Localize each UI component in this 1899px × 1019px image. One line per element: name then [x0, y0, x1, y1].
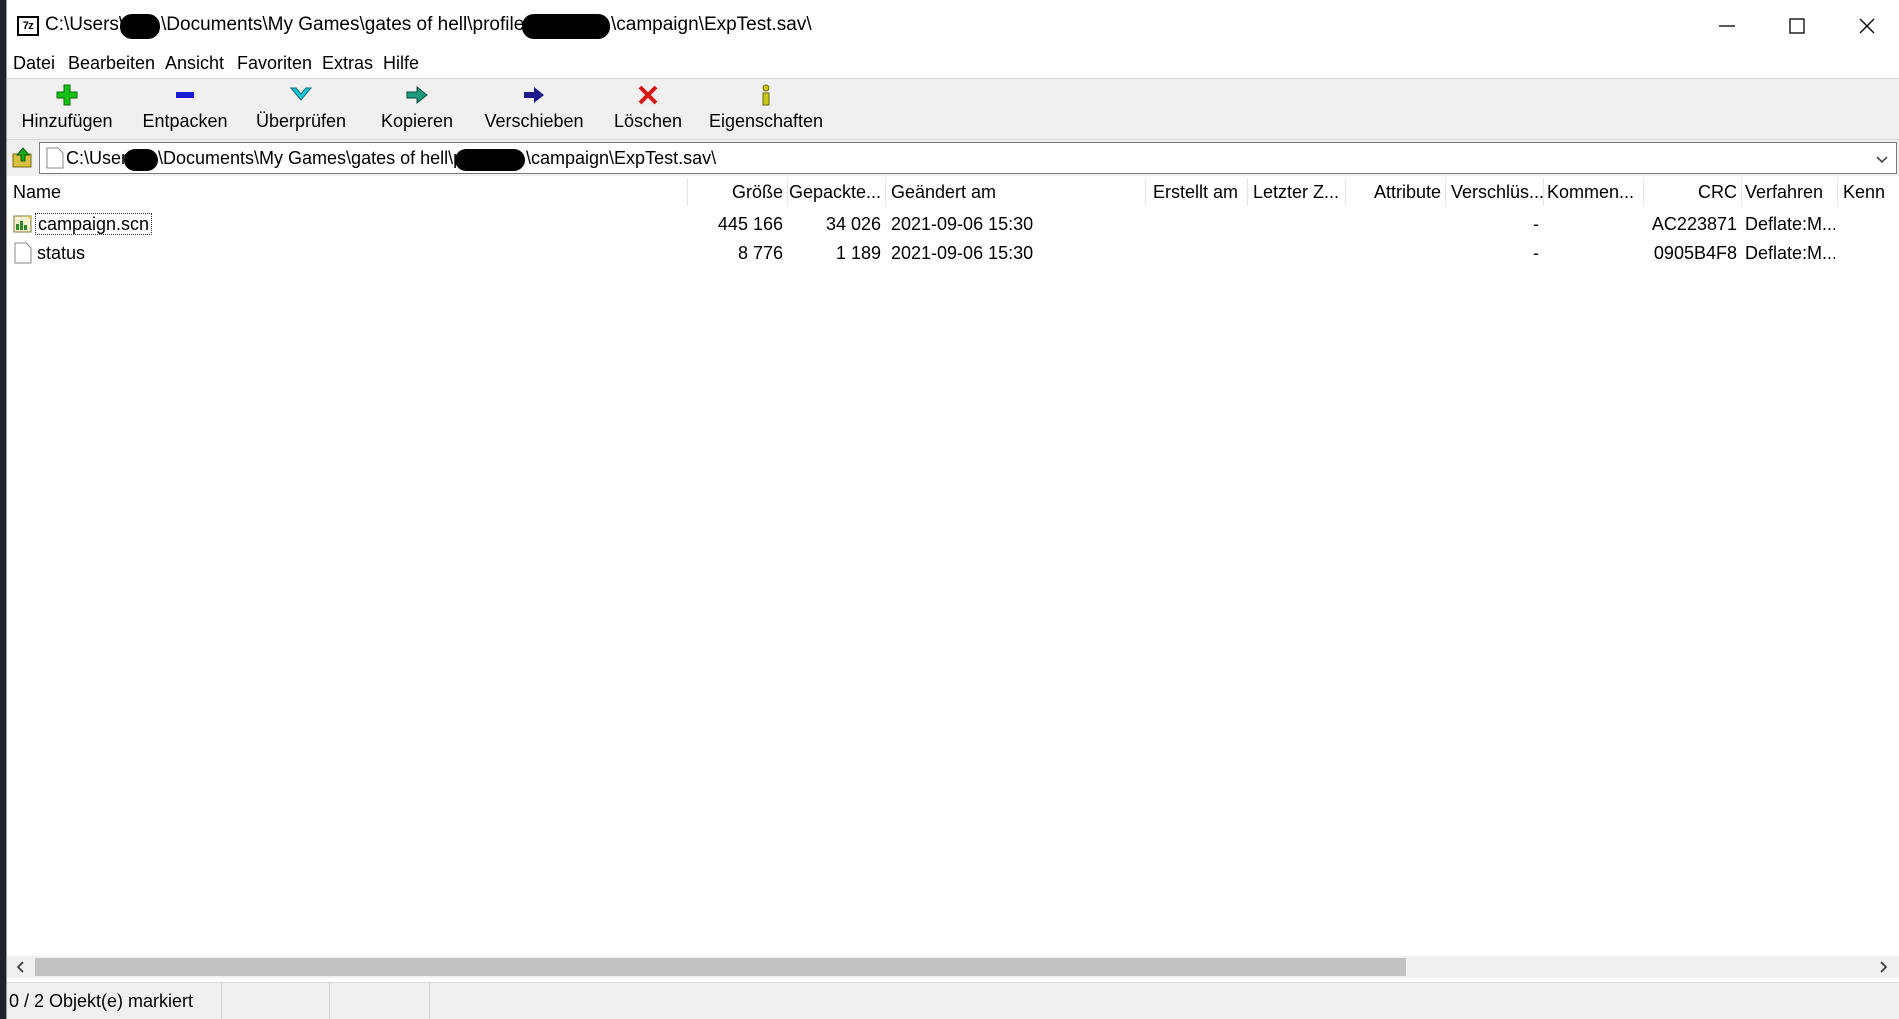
- path-input[interactable]: C:\Users\ \Documents\My Games\gates of h…: [39, 142, 1897, 174]
- close-button[interactable]: [1832, 0, 1899, 52]
- blank-file-icon: [14, 242, 32, 264]
- file-icon: [46, 147, 64, 169]
- menu-ansicht[interactable]: Ansicht: [165, 52, 224, 74]
- delete-button[interactable]: Löschen: [601, 79, 695, 139]
- file-encrypted: -: [1447, 210, 1539, 239]
- test-icon: [289, 83, 313, 107]
- folder-up-icon[interactable]: [11, 146, 35, 170]
- file-name[interactable]: status: [37, 239, 85, 268]
- file-row[interactable]: status 8 776 1 189 2021-09-06 15:30 - 09…: [7, 239, 1899, 268]
- move-icon: [522, 83, 546, 107]
- column-header-name[interactable]: Name: [13, 176, 683, 208]
- column-header-encrypted[interactable]: Verschlüs...: [1451, 176, 1543, 208]
- file-encrypted: -: [1447, 239, 1539, 268]
- column-header-attributes[interactable]: Attribute: [1347, 176, 1441, 208]
- column-header-modified[interactable]: Geändert am: [891, 176, 1141, 208]
- close-icon: [1857, 16, 1877, 36]
- redacted-username: [120, 14, 160, 39]
- file-row[interactable]: campaign.scn 445 166 34 026 2021-09-06 1…: [7, 210, 1899, 239]
- file-method: Deflate:M...: [1745, 210, 1835, 239]
- title-path-part-1: C:\Users\: [45, 14, 124, 36]
- toolbar: Hinzufügen Entpacken Überprüfen Kopieren…: [7, 78, 1899, 140]
- column-header-size[interactable]: Größe: [689, 176, 783, 208]
- menu-extras[interactable]: Extras: [322, 52, 373, 74]
- properties-label: Eigenschaften: [703, 111, 829, 132]
- add-label: Hinzufügen: [15, 111, 119, 132]
- column-header-accessed[interactable]: Letzter Z...: [1253, 176, 1343, 208]
- file-name[interactable]: campaign.scn: [35, 213, 152, 235]
- column-header-comment[interactable]: Kommen...: [1547, 176, 1639, 208]
- address-bar: C:\Users\ \Documents\My Games\gates of h…: [7, 140, 1899, 176]
- selection-status: 0 / 2 Objekt(e) markiert: [7, 983, 222, 1019]
- delete-icon: [636, 83, 660, 107]
- file-size: 445 166: [687, 210, 783, 239]
- file-crc: 0905B4F8: [1643, 239, 1737, 268]
- file-list: Name Größe Gepackte... Geändert am Erste…: [7, 176, 1899, 956]
- extract-label: Entpacken: [133, 111, 237, 132]
- scroll-left-icon[interactable]: [13, 959, 29, 975]
- status-cell-packed: [330, 983, 430, 1019]
- move-label: Verschieben: [477, 111, 591, 132]
- delete-label: Löschen: [601, 111, 695, 132]
- extract-button[interactable]: Entpacken: [133, 79, 237, 139]
- file-crc: AC223871: [1643, 210, 1737, 239]
- title-bar: 7z C:\Users\ \Documents\My Games\gates o…: [7, 0, 1899, 52]
- maximize-button[interactable]: [1762, 0, 1832, 52]
- column-header-packed[interactable]: Gepackte...: [789, 176, 881, 208]
- move-button[interactable]: Verschieben: [477, 79, 591, 139]
- column-header-characteristics[interactable]: Kenn: [1843, 176, 1899, 208]
- menu-datei[interactable]: Datei: [13, 52, 55, 74]
- chevron-down-icon[interactable]: [1874, 151, 1890, 167]
- archive-window: 7z C:\Users\ \Documents\My Games\gates o…: [6, 0, 1899, 1019]
- redacted-profile: [455, 149, 525, 171]
- menu-bar: Datei Bearbeiten Ansicht Favoriten Extra…: [7, 52, 1899, 78]
- copy-label: Kopieren: [367, 111, 467, 132]
- title-path-part-3: \campaign\ExpTest.sav\: [611, 14, 812, 36]
- column-header-method[interactable]: Verfahren: [1745, 176, 1835, 208]
- add-button[interactable]: Hinzufügen: [15, 79, 119, 139]
- scn-file-icon: [13, 214, 33, 234]
- scroll-right-icon[interactable]: [1875, 959, 1891, 975]
- status-bar: 0 / 2 Objekt(e) markiert: [7, 982, 1899, 1019]
- horizontal-scrollbar[interactable]: [7, 956, 1899, 978]
- copy-button[interactable]: Kopieren: [367, 79, 467, 139]
- menu-hilfe[interactable]: Hilfe: [383, 52, 419, 74]
- redacted-profile: [522, 14, 610, 39]
- menu-favoriten[interactable]: Favoriten: [237, 52, 312, 74]
- file-size: 8 776: [687, 239, 783, 268]
- file-modified: 2021-09-06 15:30: [891, 210, 1141, 239]
- extract-icon: [173, 83, 197, 107]
- file-modified: 2021-09-06 15:30: [891, 239, 1141, 268]
- maximize-icon: [1787, 16, 1807, 36]
- minimize-icon: [1717, 16, 1737, 36]
- menu-bearbeiten[interactable]: Bearbeiten: [68, 52, 155, 74]
- info-icon: [754, 83, 778, 107]
- 7zip-app-icon: 7z: [17, 16, 39, 36]
- title-path-part-2: \Documents\My Games\gates of hell\profil…: [161, 14, 539, 36]
- address-path-part-3: \campaign\ExpTest.sav\: [526, 148, 716, 169]
- column-header-crc[interactable]: CRC: [1645, 176, 1737, 208]
- file-packed-size: 34 026: [787, 210, 881, 239]
- test-button[interactable]: Überprüfen: [247, 79, 355, 139]
- add-icon: [55, 83, 79, 107]
- redacted-username: [124, 149, 158, 171]
- properties-button[interactable]: Eigenschaften: [703, 79, 829, 139]
- file-packed-size: 1 189: [787, 239, 881, 268]
- status-cell-info: [430, 983, 1899, 1019]
- copy-icon: [405, 83, 429, 107]
- file-method: Deflate:M...: [1745, 239, 1835, 268]
- scrollbar-thumb[interactable]: [35, 958, 1406, 976]
- column-header-created[interactable]: Erstellt am: [1153, 176, 1245, 208]
- status-cell-size: [222, 983, 330, 1019]
- test-label: Überprüfen: [247, 111, 355, 132]
- minimize-button[interactable]: [1692, 0, 1762, 52]
